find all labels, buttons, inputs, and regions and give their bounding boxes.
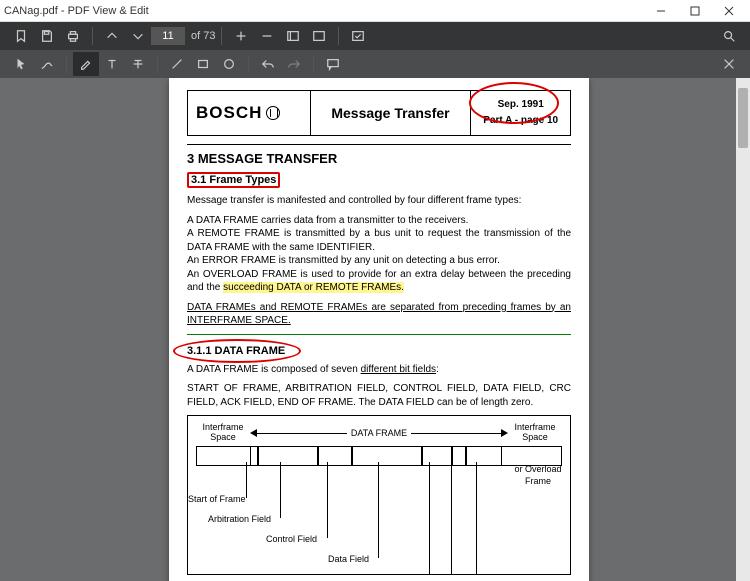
window-minimize-button[interactable] — [644, 0, 678, 22]
separator — [248, 55, 249, 73]
subsection-heading: 3.1.1 DATA FRAME — [187, 345, 285, 357]
body-text: DATA FRAMEs and REMOTE FRAMEs are separa… — [187, 301, 571, 328]
scrollbar-thumb[interactable] — [738, 88, 748, 148]
fit-width-icon[interactable] — [306, 24, 332, 48]
highlighted-text: succeeding DATA or REMOTE FRAMEs. — [223, 282, 404, 293]
doc-title: Message Transfer — [331, 105, 449, 121]
undo-icon[interactable] — [255, 52, 281, 76]
diagram-label: Interframe Space — [196, 423, 250, 443]
diagram-field-label: Start of Frame — [188, 494, 246, 504]
search-icon[interactable] — [716, 24, 742, 48]
body-text: START OF FRAME, ARBITRATION FIELD, CONTR… — [187, 382, 571, 409]
zoom-out-icon[interactable] — [254, 24, 280, 48]
window-maximize-button[interactable] — [678, 0, 712, 22]
doc-header-table: BOSCH Message Transfer Sep. 1991 Part A … — [187, 90, 571, 136]
diagram-label: or Overload Frame — [512, 464, 564, 487]
page-up-icon[interactable] — [99, 24, 125, 48]
body-text: Message transfer is manifested and contr… — [187, 194, 571, 208]
draw-icon[interactable] — [34, 52, 60, 76]
section-heading: 3 MESSAGE TRANSFER — [187, 144, 571, 166]
frame-diagram: Interframe Space DATA FRAME Interframe S… — [187, 415, 571, 575]
separator — [157, 55, 158, 73]
brand-label: BOSCH — [196, 103, 262, 122]
diagram-field-label: Control Field — [266, 534, 317, 544]
diagram-label: DATA FRAME — [347, 428, 411, 438]
body-text: A DATA FRAME is composed of seven differ… — [187, 363, 571, 377]
page-total-label: of 73 — [191, 30, 215, 42]
comment-icon[interactable] — [320, 52, 346, 76]
diagram-field-label: Arbitration Field — [208, 514, 271, 524]
page-down-icon[interactable] — [125, 24, 151, 48]
circle-icon[interactable] — [216, 52, 242, 76]
rect-icon[interactable] — [190, 52, 216, 76]
green-separator — [187, 334, 571, 335]
window-titlebar: CANag.pdf - PDF View & Edit — [0, 0, 750, 22]
fit-page-icon[interactable] — [280, 24, 306, 48]
strikethrough-icon[interactable] — [125, 52, 151, 76]
pdf-page: BOSCH Message Transfer Sep. 1991 Part A … — [169, 78, 589, 581]
body-text: A DATA FRAME carries data from a transmi… — [187, 214, 571, 295]
edit-mode-icon[interactable] — [345, 24, 371, 48]
zoom-in-icon[interactable] — [228, 24, 254, 48]
separator — [313, 55, 314, 73]
main-toolbar: of 73 — [0, 22, 750, 50]
separator — [221, 27, 222, 45]
doc-partpage: Part A - page 10 — [479, 113, 562, 129]
bookmark-icon[interactable] — [8, 24, 34, 48]
window-close-button[interactable] — [712, 0, 746, 22]
doc-date: Sep. 1991 — [479, 97, 562, 113]
annotation-toolbar — [0, 50, 750, 78]
save-icon[interactable] — [34, 24, 60, 48]
cursor-icon[interactable] — [8, 52, 34, 76]
pdf-viewer[interactable]: BOSCH Message Transfer Sep. 1991 Part A … — [0, 78, 750, 581]
diagram-field-label: Data Field — [328, 554, 369, 564]
diagram-label: Interframe Space — [508, 423, 562, 443]
separator — [338, 27, 339, 45]
line-icon[interactable] — [164, 52, 190, 76]
close-toolbar-icon[interactable] — [716, 52, 742, 76]
subsection-heading: 3.1 Frame Types — [187, 172, 280, 188]
print-icon[interactable] — [60, 24, 86, 48]
text-icon[interactable] — [99, 52, 125, 76]
highlight-icon[interactable] — [73, 52, 99, 76]
separator — [92, 27, 93, 45]
separator — [66, 55, 67, 73]
page-number-input[interactable] — [151, 27, 185, 45]
brand-logo-icon — [266, 106, 280, 120]
redo-icon[interactable] — [281, 52, 307, 76]
window-title: CANag.pdf - PDF View & Edit — [4, 5, 644, 17]
vertical-scrollbar[interactable] — [736, 78, 750, 581]
